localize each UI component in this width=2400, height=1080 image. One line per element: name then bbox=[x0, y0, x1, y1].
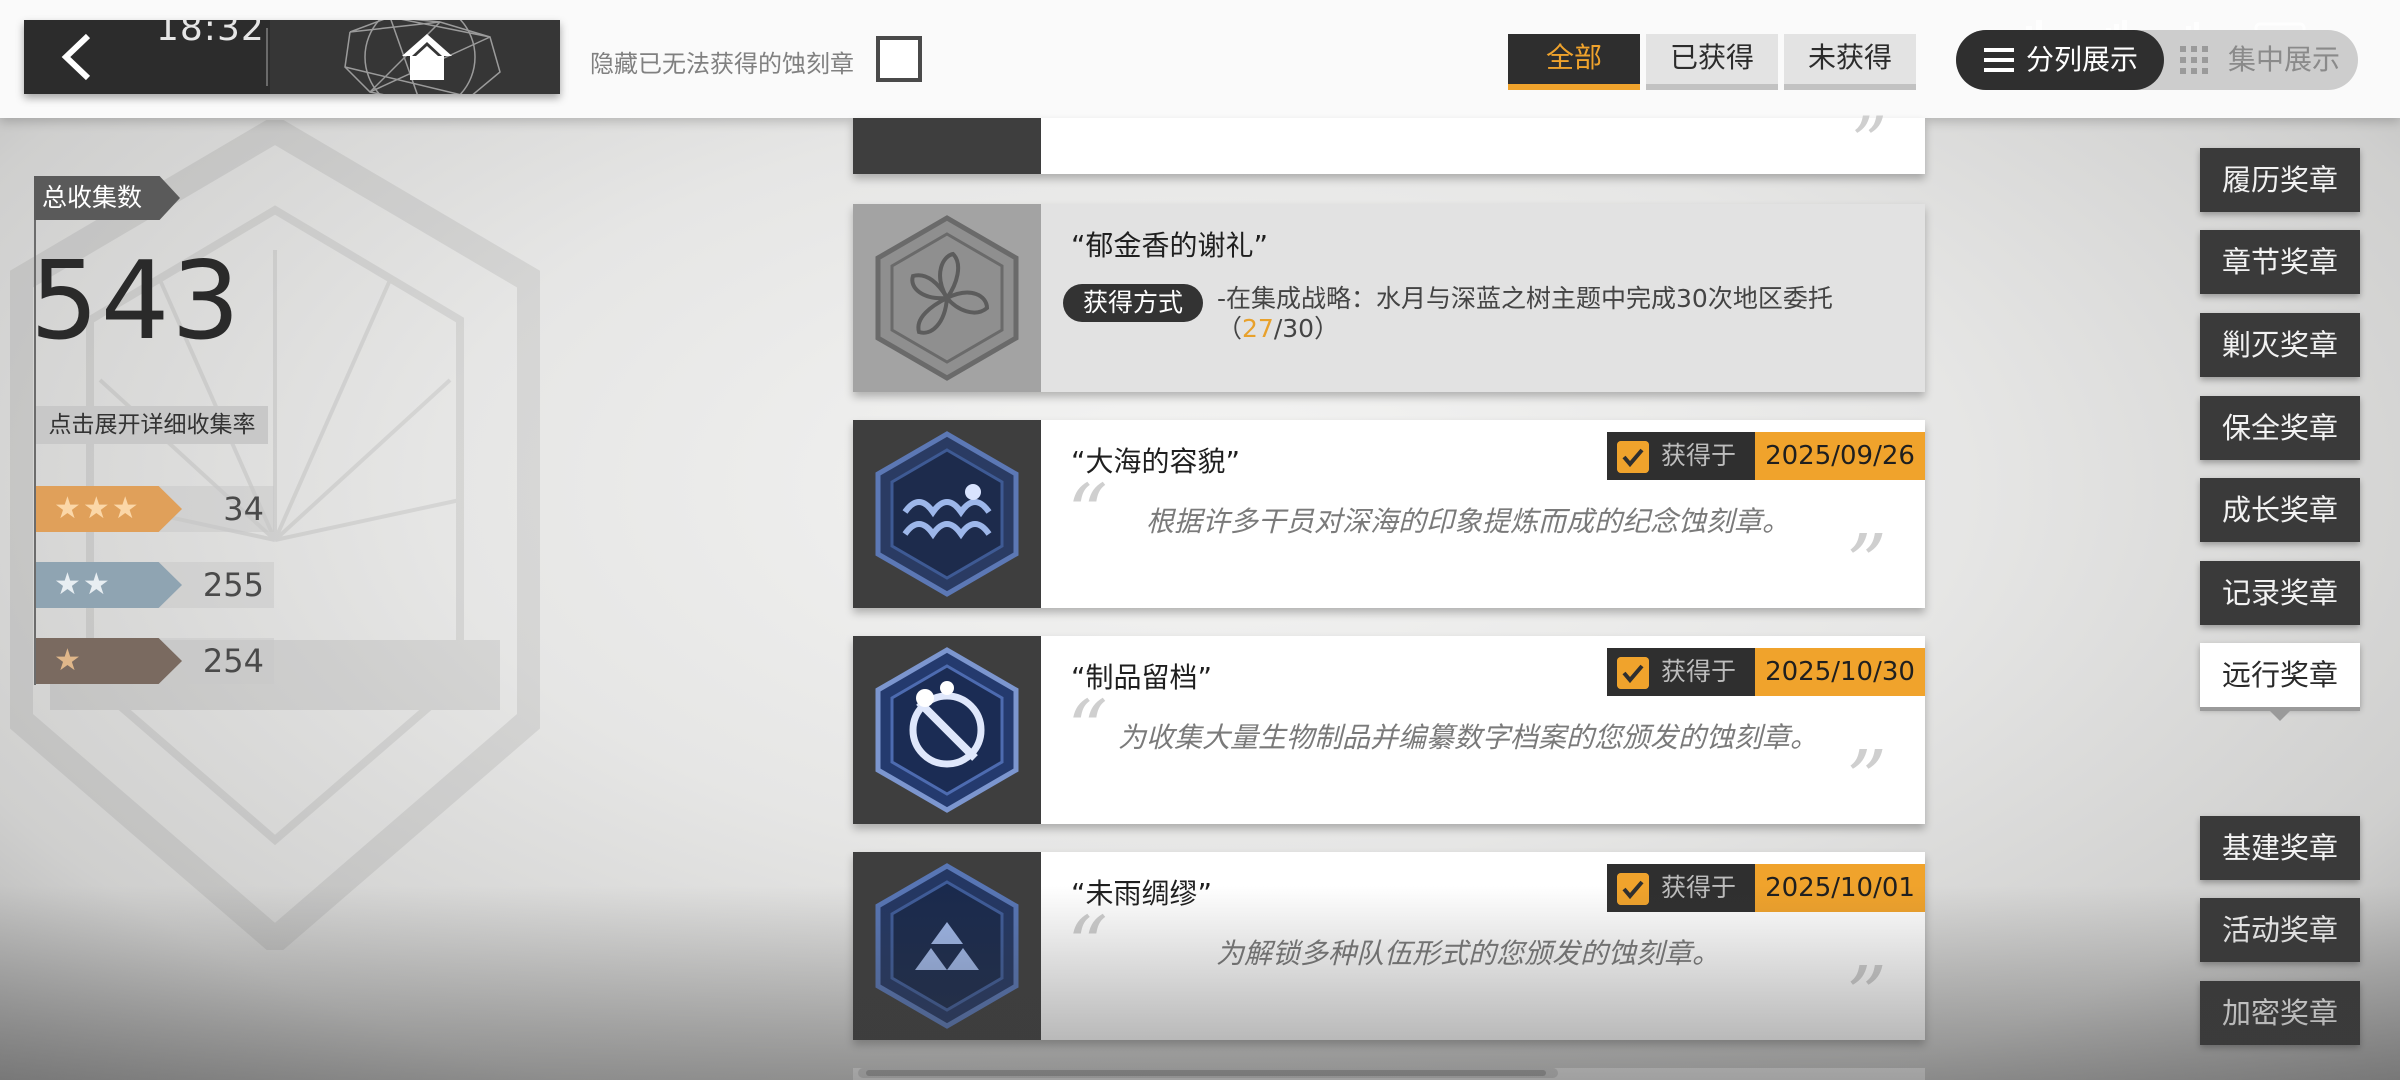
medal-description: 为收集大量生物制品并编纂数字档案的您颁发的蚀刻章。 bbox=[1117, 721, 1818, 754]
sea-waves-medal-icon bbox=[875, 431, 1019, 597]
medal-card[interactable]: “大海的容貌” 获得于 2025/09/26 “ 根据许多干员对深海的印象提炼而… bbox=[853, 420, 1925, 608]
view-split-label: 分列展示 bbox=[2026, 43, 2139, 76]
scrollbar-thumb[interactable] bbox=[866, 1070, 1546, 1076]
top-bar: 18:32 隐藏已无法获得的蚀刻章 全部 已获得 未获得 分列展示 集中展示 bbox=[0, 0, 2400, 118]
obtained-label-text: 获得于 bbox=[1661, 657, 1737, 686]
obtained-badge: 获得于 2025/09/26 bbox=[1607, 432, 1925, 480]
view-grouped-label: 集中展示 bbox=[2228, 43, 2341, 76]
star-row-2: ★★ 255 bbox=[36, 562, 274, 608]
close-quote-icon: ” bbox=[1846, 949, 1887, 1042]
one-star-count: 254 bbox=[202, 642, 264, 680]
three-star-count: 34 bbox=[223, 490, 264, 528]
close-quote-icon: ” bbox=[1846, 517, 1887, 610]
active-category-indicator-icon bbox=[2200, 707, 2360, 721]
total-collected-count: 543 bbox=[30, 239, 243, 364]
three-star-icon: ★★★ bbox=[36, 486, 182, 532]
obtained-label-text: 获得于 bbox=[1661, 873, 1737, 902]
umbrella-medal-icon bbox=[875, 863, 1019, 1029]
total-collected-label: 总收集数 bbox=[34, 176, 180, 220]
obtained-badge: 获得于 2025/10/30 bbox=[1607, 648, 1925, 696]
medal-card[interactable]: “制品留档” 获得于 2025/10/30 “ 为收集大量生物制品并编纂数字档案… bbox=[853, 636, 1925, 824]
medal-card[interactable]: “郁金香的谢礼” 获得方式 -在集成战略：水月与深蓝之树主题中完成30次地区委托… bbox=[853, 204, 1925, 392]
obtained-date: 2025/09/26 bbox=[1755, 432, 1925, 480]
list-icon bbox=[1984, 48, 2014, 72]
category-encrypted[interactable]: 加密奖章 bbox=[2200, 981, 2360, 1045]
horizontal-scrollbar[interactable] bbox=[858, 1068, 1558, 1078]
star-row-1: ★ 254 bbox=[36, 638, 274, 684]
two-star-icon: ★★ bbox=[36, 562, 182, 608]
acquire-method-desc: -在集成战略：水月与深蓝之树主题中完成30次地区委托 bbox=[1217, 284, 1833, 313]
medal-description: 为解锁多种队伍形式的您颁发的蚀刻章。 bbox=[1215, 937, 1720, 970]
category-resume[interactable]: 履历奖章 bbox=[2200, 148, 2360, 212]
status-clock: 18:32 bbox=[156, 20, 265, 49]
view-mode-toggle: 分列展示 集中展示 bbox=[1956, 30, 2358, 90]
category-growth[interactable]: 成长奖章 bbox=[2200, 478, 2360, 542]
obtained-badge: 获得于 2025/10/01 bbox=[1607, 864, 1925, 912]
category-expedition[interactable]: 远行奖章 bbox=[2200, 643, 2360, 707]
medal-thumb bbox=[853, 420, 1041, 608]
medal-card-partial-top[interactable]: ” bbox=[853, 102, 1925, 184]
view-grouped-button[interactable]: 集中展示 bbox=[2170, 30, 2358, 90]
category-record[interactable]: 记录奖章 bbox=[2200, 561, 2360, 625]
medal-title: “郁金香的谢礼” bbox=[1071, 229, 1269, 262]
expand-collection-rate-button[interactable]: 点击展开详细收集率 bbox=[36, 406, 268, 444]
obtained-label-text: 获得于 bbox=[1661, 441, 1737, 470]
category-contingency[interactable]: 保全奖章 bbox=[2200, 396, 2360, 460]
medal-thumb bbox=[853, 636, 1041, 824]
two-star-count: 255 bbox=[202, 566, 264, 604]
one-star-icon: ★ bbox=[36, 638, 182, 684]
filter-tab-obtained[interactable]: 已获得 bbox=[1646, 34, 1778, 90]
check-icon bbox=[1617, 657, 1649, 689]
category-chapter[interactable]: 章节奖章 bbox=[2200, 230, 2360, 294]
category-infrastructure[interactable]: 基建奖章 bbox=[2200, 816, 2360, 880]
progress-open: （ bbox=[1217, 314, 1243, 343]
home-icon bbox=[402, 34, 452, 80]
filter-tab-all[interactable]: 全部 bbox=[1508, 34, 1640, 90]
acquire-method-text: -在集成战略：水月与深蓝之树主题中完成30次地区委托（27/30） bbox=[1217, 284, 1857, 344]
view-split-button[interactable]: 分列展示 bbox=[1956, 30, 2164, 90]
back-button[interactable]: 18:32 bbox=[24, 20, 264, 94]
chevron-left-icon bbox=[61, 33, 91, 81]
obtained-date: 2025/10/30 bbox=[1755, 648, 1925, 696]
check-icon bbox=[1617, 873, 1649, 905]
filter-tab-unobtained[interactable]: 未获得 bbox=[1784, 34, 1916, 90]
category-event[interactable]: 活动奖章 bbox=[2200, 898, 2360, 962]
medal-description: 根据许多干员对深海的印象提炼而成的纪念蚀刻章。 bbox=[1145, 505, 1790, 538]
medal-thumb bbox=[853, 118, 1041, 174]
progress-total: /30） bbox=[1273, 314, 1340, 343]
nav-box: 18:32 bbox=[24, 20, 560, 94]
hide-unobtainable-checkbox[interactable] bbox=[876, 36, 922, 82]
acquire-method-tag: 获得方式 bbox=[1063, 284, 1203, 322]
star-row-3: ★★★ 34 bbox=[36, 486, 274, 532]
medal-thumb bbox=[853, 204, 1041, 392]
archive-medal-icon bbox=[875, 647, 1019, 813]
obtained-label: 获得于 bbox=[1607, 432, 1755, 480]
grid-dots-icon bbox=[2180, 46, 2208, 74]
obtained-date: 2025/10/01 bbox=[1755, 864, 1925, 912]
home-button[interactable] bbox=[270, 20, 560, 94]
progress-current: 27 bbox=[1242, 314, 1274, 343]
obtained-label: 获得于 bbox=[1607, 648, 1755, 696]
obtained-label: 获得于 bbox=[1607, 864, 1755, 912]
flower-medal-icon bbox=[875, 215, 1019, 381]
close-quote-icon: ” bbox=[1851, 102, 1887, 184]
close-quote-icon: ” bbox=[1846, 733, 1887, 826]
category-annihilation[interactable]: 剿灭奖章 bbox=[2200, 313, 2360, 377]
nav-divider bbox=[266, 28, 268, 86]
medal-card[interactable]: “未雨绸缪” 获得于 2025/10/01 “ 为解锁多种队伍形式的您颁发的蚀刻… bbox=[853, 852, 1925, 1040]
check-icon bbox=[1617, 441, 1649, 473]
hide-unobtainable-label: 隐藏已无法获得的蚀刻章 bbox=[590, 50, 854, 78]
medal-thumb bbox=[853, 852, 1041, 1040]
